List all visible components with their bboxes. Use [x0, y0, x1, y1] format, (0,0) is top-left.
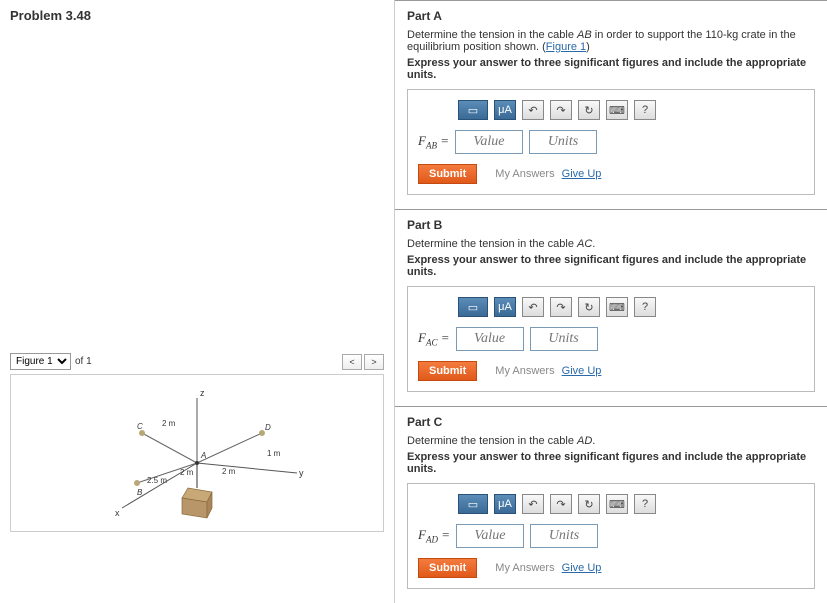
redo-icon[interactable]: ↷ [550, 297, 572, 317]
svg-text:2 m: 2 m [222, 467, 236, 476]
reset-icon[interactable]: ↻ [578, 100, 600, 120]
submit-button[interactable]: Submit [418, 164, 477, 184]
symbol-icon[interactable]: μA [494, 100, 516, 120]
units-input[interactable] [530, 524, 598, 548]
part-instruction: Express your answer to three significant… [407, 451, 815, 475]
svg-text:A: A [200, 451, 206, 460]
help-icon[interactable]: ? [634, 297, 656, 317]
submit-button[interactable]: Submit [418, 361, 477, 381]
submit-button[interactable]: Submit [418, 558, 477, 578]
give-up-link[interactable]: Give Up [562, 562, 602, 574]
svg-text:2 m: 2 m [162, 419, 176, 428]
reset-icon[interactable]: ↻ [578, 494, 600, 514]
units-input[interactable] [530, 327, 598, 351]
answer-box: ▭ μA ↶ ↷ ↻ ⌨ ? FAB = Submit My Answers G… [407, 89, 815, 195]
value-input[interactable] [456, 524, 524, 548]
reset-icon[interactable]: ↻ [578, 297, 600, 317]
figure-select[interactable]: Figure 1 [10, 353, 71, 370]
problem-title: Problem 3.48 [10, 8, 384, 23]
figure-image: z y x A C D B 2 m [10, 374, 384, 532]
answer-toolbar: ▭ μA ↶ ↷ ↻ ⌨ ? [458, 494, 804, 514]
svg-text:D: D [265, 423, 271, 432]
svg-text:2.5 m: 2.5 m [147, 476, 167, 485]
my-answers-link[interactable]: My Answers [495, 168, 554, 180]
part-instruction: Express your answer to three significant… [407, 57, 815, 81]
template-icon[interactable]: ▭ [458, 494, 488, 514]
keyboard-icon[interactable]: ⌨ [606, 100, 628, 120]
part-title: Part A [407, 9, 815, 23]
svg-text:1 m: 1 m [267, 449, 281, 458]
part-description: Determine the tension in the cable AD. [407, 435, 815, 447]
variable-label: FAC = [418, 330, 450, 348]
svg-text:z: z [200, 388, 205, 398]
answer-box: ▭ μA ↶ ↷ ↻ ⌨ ? FAC = Submit My Answers G… [407, 286, 815, 392]
template-icon[interactable]: ▭ [458, 297, 488, 317]
undo-icon[interactable]: ↶ [522, 297, 544, 317]
part-description: Determine the tension in the cable AB in… [407, 29, 815, 53]
symbol-icon[interactable]: μA [494, 297, 516, 317]
redo-icon[interactable]: ↷ [550, 494, 572, 514]
value-input[interactable] [455, 130, 523, 154]
figure-bar: Figure 1 of 1 < > [10, 353, 384, 370]
value-input[interactable] [456, 327, 524, 351]
figure-of-text: of 1 [75, 356, 92, 367]
keyboard-icon[interactable]: ⌨ [606, 297, 628, 317]
figure-prev-button[interactable]: < [342, 354, 362, 370]
answer-toolbar: ▭ μA ↶ ↷ ↻ ⌨ ? [458, 100, 804, 120]
figure-next-button[interactable]: > [364, 354, 384, 370]
part-c: Part C Determine the tension in the cabl… [395, 406, 827, 603]
my-answers-link[interactable]: My Answers [495, 562, 554, 574]
right-panel: Part A Determine the tension in the cabl… [395, 0, 827, 603]
svg-text:2 m: 2 m [180, 468, 194, 477]
help-icon[interactable]: ? [634, 100, 656, 120]
part-title: Part C [407, 415, 815, 429]
part-title: Part B [407, 218, 815, 232]
redo-icon[interactable]: ↷ [550, 100, 572, 120]
svg-text:x: x [115, 508, 120, 518]
part-instruction: Express your answer to three significant… [407, 254, 815, 278]
give-up-link[interactable]: Give Up [562, 168, 602, 180]
svg-text:y: y [299, 468, 304, 478]
answer-box: ▭ μA ↶ ↷ ↻ ⌨ ? FAD = Submit My Answers G… [407, 483, 815, 589]
template-icon[interactable]: ▭ [458, 100, 488, 120]
variable-label: FAD = [418, 527, 450, 545]
figure-link[interactable]: Figure 1 [546, 41, 586, 53]
my-answers-link[interactable]: My Answers [495, 365, 554, 377]
keyboard-icon[interactable]: ⌨ [606, 494, 628, 514]
give-up-link[interactable]: Give Up [562, 365, 602, 377]
variable-label: FAB = [418, 133, 449, 151]
svg-text:B: B [137, 488, 143, 497]
undo-icon[interactable]: ↶ [522, 494, 544, 514]
answer-toolbar: ▭ μA ↶ ↷ ↻ ⌨ ? [458, 297, 804, 317]
part-a: Part A Determine the tension in the cabl… [395, 0, 827, 209]
help-icon[interactable]: ? [634, 494, 656, 514]
undo-icon[interactable]: ↶ [522, 100, 544, 120]
part-description: Determine the tension in the cable AC. [407, 238, 815, 250]
part-b: Part B Determine the tension in the cabl… [395, 209, 827, 406]
symbol-icon[interactable]: μA [494, 494, 516, 514]
svg-text:C: C [137, 422, 143, 431]
units-input[interactable] [529, 130, 597, 154]
